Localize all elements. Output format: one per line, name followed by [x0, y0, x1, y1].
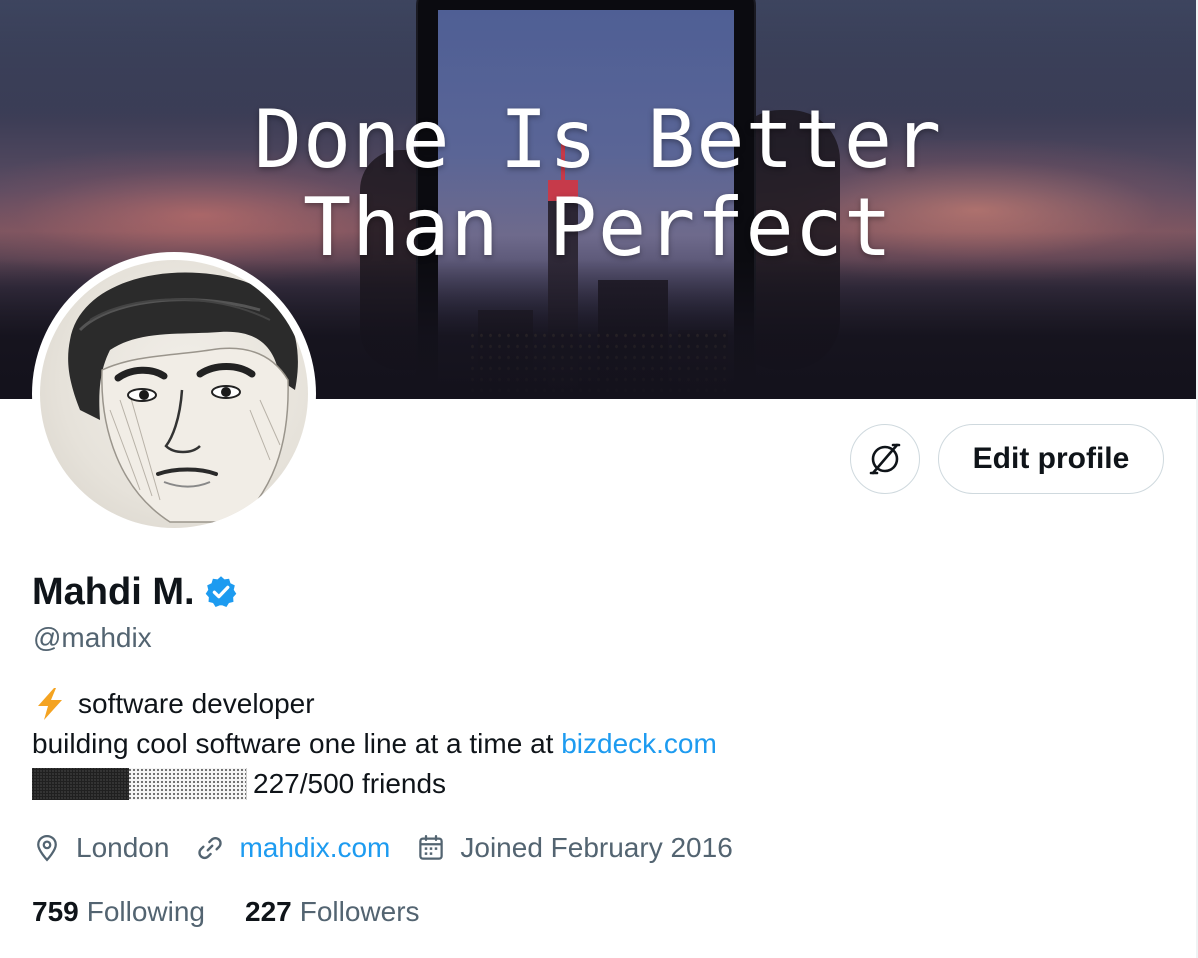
meta-website: mahdix.com [195, 832, 390, 864]
meta-joined: Joined February 2016 [416, 832, 733, 864]
more-options-button[interactable] [850, 424, 920, 494]
profile-name: Mahdi M. [32, 570, 195, 613]
banner-quote-line1: Done Is Better [253, 93, 943, 186]
following-stat-link[interactable]: 759 Following [32, 896, 205, 928]
lightning-bolt-icon [32, 686, 68, 722]
banner-quote: Done Is Better Than Perfect [0, 96, 1196, 272]
location-pin-icon [32, 833, 62, 863]
bio-role-text: software developer [78, 688, 315, 719]
avatar[interactable] [32, 252, 316, 536]
website-link[interactable]: mahdix.com [239, 832, 390, 864]
profile-name-row: Mahdi M. [32, 568, 239, 616]
bio-line-1: software developer [32, 684, 717, 724]
followers-count: 227 [245, 896, 292, 927]
following-count: 759 [32, 896, 79, 927]
friends-progress-text: 227/500 friends [253, 768, 447, 799]
bio-line-2: building cool software one line at a tim… [32, 724, 717, 764]
followers-label: Followers [299, 896, 420, 927]
profile-handle: @mahdix [33, 622, 152, 653]
profile-bio: software developer building cool softwar… [32, 684, 717, 804]
profile-stats: 759 Following 227 Followers [32, 892, 460, 932]
avatar-image [40, 260, 308, 528]
calendar-icon [416, 833, 446, 863]
verified-badge-icon[interactable] [203, 574, 239, 610]
friends-progress-fill [32, 768, 130, 800]
bio-link-bizdeck[interactable]: bizdeck.com [561, 724, 717, 764]
bio-line-2-text: building cool software one line at a tim… [32, 728, 562, 759]
circle-slash-icon [866, 440, 904, 478]
link-icon [195, 833, 225, 863]
edit-profile-button[interactable]: Edit profile [938, 424, 1164, 494]
joined-date-text: Joined February 2016 [460, 832, 733, 863]
location-text: London [76, 832, 170, 863]
friends-progress-bar [32, 768, 247, 800]
avatar-portrait-sketch [68, 272, 298, 523]
profile-header: Done Is Better Than Perfect Edit profile… [0, 0, 1198, 958]
meta-location: London [32, 832, 169, 864]
followers-stat-link[interactable]: 227 Followers [245, 896, 420, 928]
following-label: Following [86, 896, 205, 927]
profile-meta: London mahdix.com Joined February 2016 [32, 826, 759, 870]
bio-line-3: 227/500 friends [32, 764, 717, 804]
